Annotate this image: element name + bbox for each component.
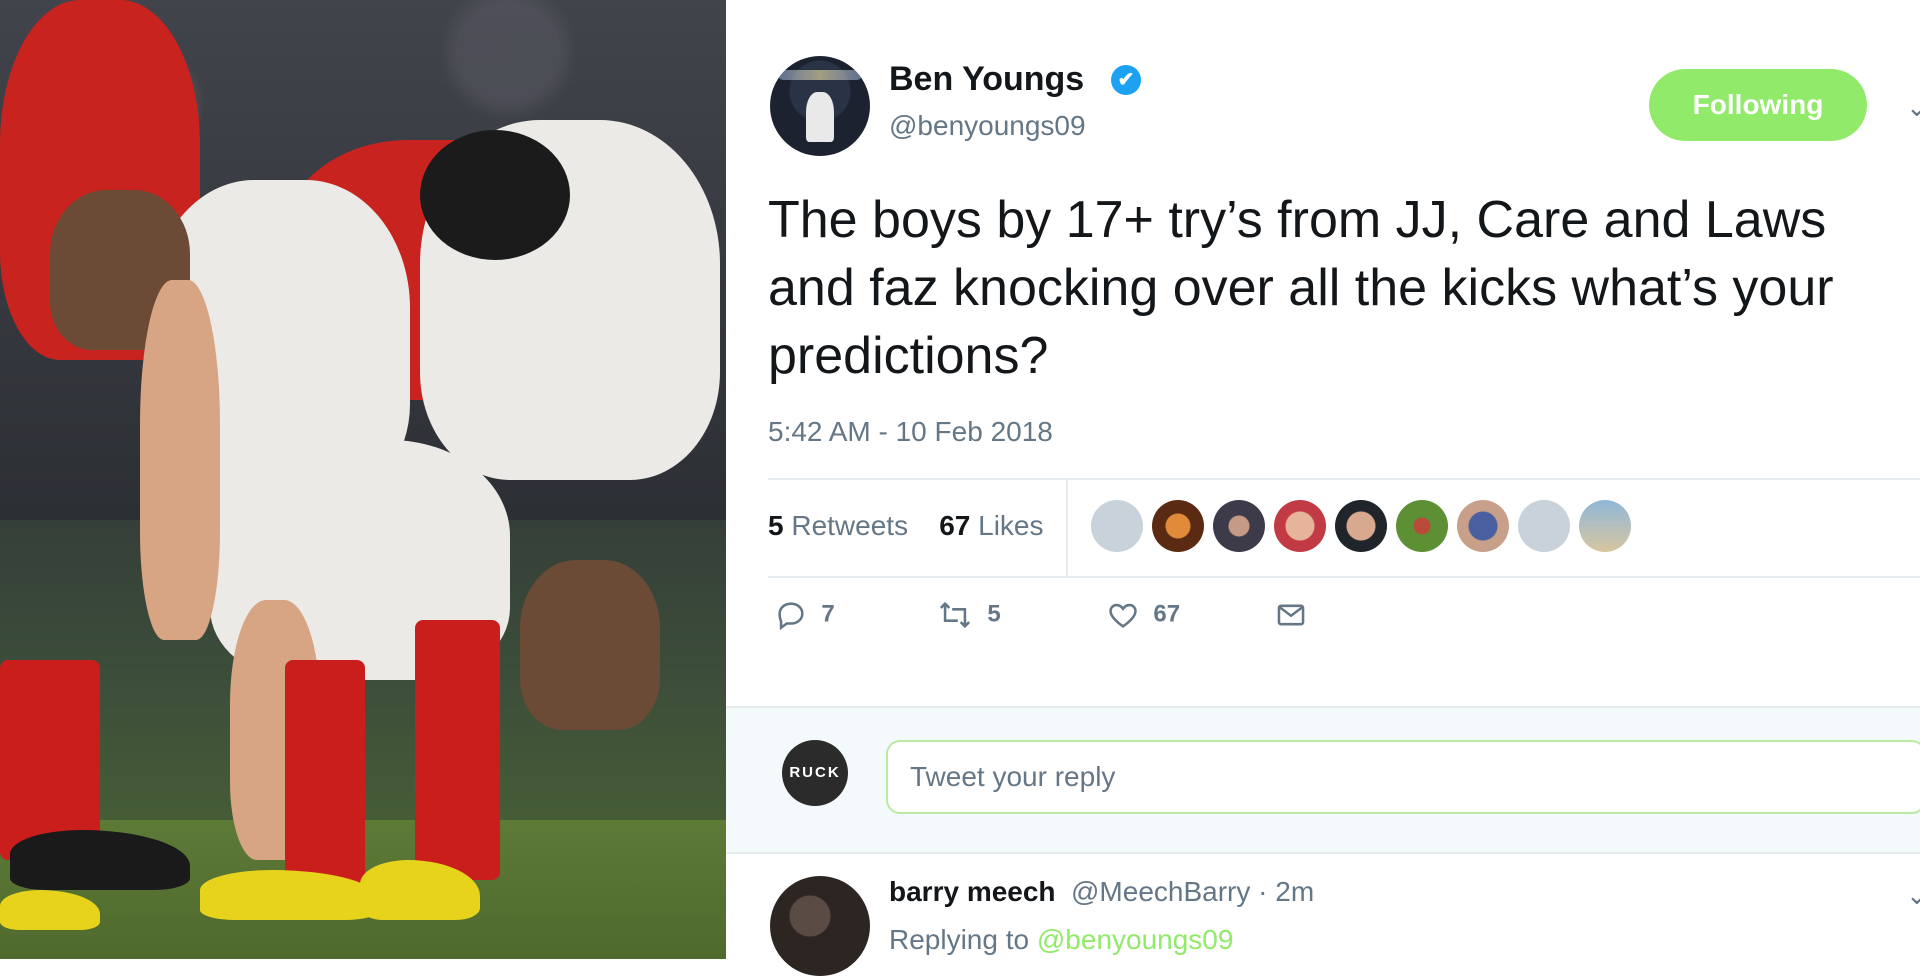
liker-avatar[interactable]	[1457, 500, 1509, 552]
chevron-down-icon[interactable]: ⌄	[1906, 92, 1920, 123]
player-arm	[140, 280, 220, 640]
author-name[interactable]: Ben Youngs	[889, 60, 1084, 99]
reply-author-avatar[interactable]	[770, 876, 870, 976]
author-avatar[interactable]	[770, 56, 870, 156]
chevron-down-icon[interactable]: ⌄	[1906, 880, 1920, 911]
replying-to-line: Replying to @benyoungs09	[889, 924, 1234, 955]
like-action[interactable]: 67	[1106, 598, 1180, 648]
retweet-icon	[939, 601, 971, 629]
replying-to-link[interactable]: @benyoungs09	[1037, 924, 1234, 955]
tweet-card: Ben Youngs ✔ @benyoungs09 Following ⌄ Th…	[726, 0, 1920, 976]
like-heart-icon	[1109, 603, 1137, 628]
liker-avatar[interactable]	[1335, 500, 1387, 552]
tweet-timestamp[interactable]: 5:42 AM - 10 Feb 2018	[768, 416, 1053, 448]
reply-author-name[interactable]: barry meech	[889, 876, 1056, 908]
stats-divider	[1066, 480, 1068, 576]
liker-avatar[interactable]	[1274, 500, 1326, 552]
likes-stat[interactable]: 67 Likes	[939, 510, 1043, 541]
tweet-reply-input[interactable]	[886, 740, 1920, 814]
direct-message-icon	[1277, 604, 1305, 626]
tweet-stats: 5 Retweets 67 Likes	[768, 510, 1044, 542]
liker-avatar[interactable]	[1152, 500, 1204, 552]
retweets-stat[interactable]: 5 Retweets	[768, 510, 908, 541]
liker-avatar[interactable]	[1091, 500, 1143, 552]
liker-avatar[interactable]	[1396, 500, 1448, 552]
ruck-avatar[interactable]: RUCK	[782, 740, 848, 806]
retweet-action[interactable]: 5	[936, 598, 1001, 648]
liker-avatar[interactable]	[1579, 500, 1631, 552]
reply-author-handle[interactable]: @MeechBarry · 2m	[1071, 876, 1314, 908]
verified-badge-icon: ✔	[1111, 65, 1141, 95]
following-button[interactable]: Following	[1649, 69, 1867, 141]
scrum-cap	[420, 130, 570, 260]
rugby-scrum-photo	[0, 0, 726, 959]
divider	[768, 478, 1920, 480]
author-handle[interactable]: @benyoungs09	[889, 110, 1086, 142]
tweet-text: The boys by 17+ try’s from JJ, Care and …	[768, 191, 1834, 385]
red-sock-middle	[285, 660, 365, 890]
direct-message-action[interactable]	[1274, 598, 1308, 648]
red-sock-right	[415, 620, 500, 880]
liker-avatar[interactable]	[1213, 500, 1265, 552]
player-leg-dark	[520, 560, 660, 730]
reply-action[interactable]: 7	[774, 598, 835, 648]
reply-icon	[778, 602, 804, 631]
liker-avatar[interactable]	[1518, 500, 1570, 552]
divider	[768, 576, 1920, 578]
